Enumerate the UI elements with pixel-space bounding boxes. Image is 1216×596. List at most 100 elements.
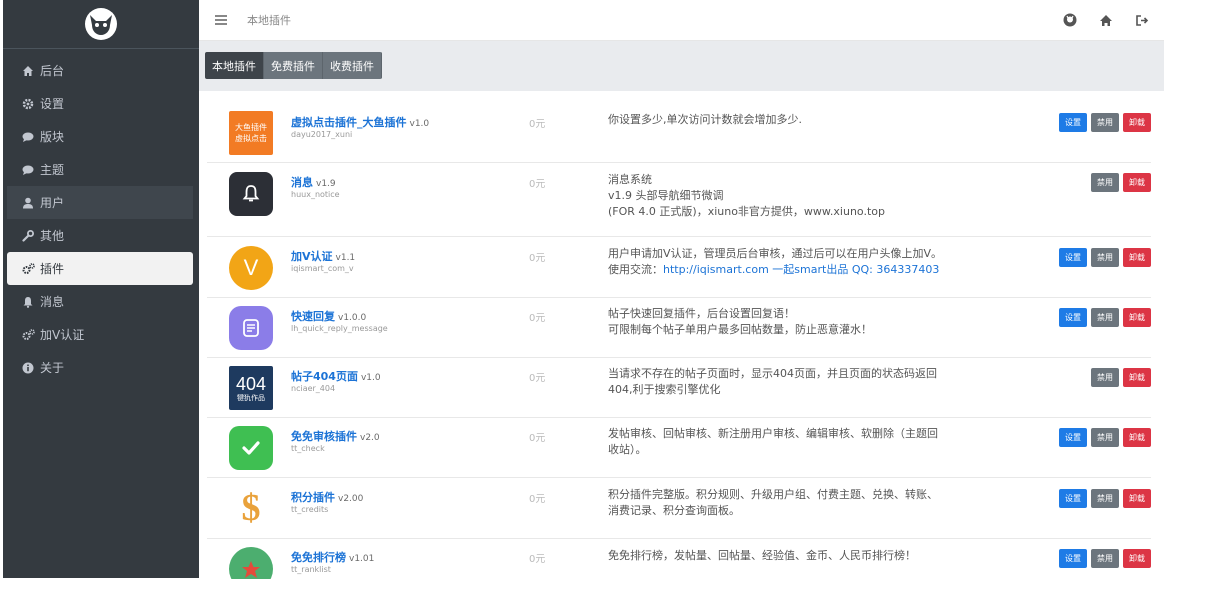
plugin-row: 404 犍犰作品 帖子404页面 v1.0 nciaer_404 0元 当请求不存…: [207, 358, 1151, 418]
plugin-price: 0元: [529, 373, 546, 384]
disable-button[interactable]: 禁用: [1091, 549, 1119, 568]
plugin-version: v1.9: [316, 179, 336, 189]
uninstall-button[interactable]: 卸载: [1123, 489, 1151, 508]
sidebar-item-forums[interactable]: 版块: [7, 120, 193, 153]
plugin-version: v1.0.0: [338, 313, 367, 323]
disable-button[interactable]: 禁用: [1091, 428, 1119, 447]
sidebar-item-label: 加V认证: [40, 328, 85, 342]
plugin-row: 大鱼插件 虚拟点击 虚拟点击插件_大鱼插件 v1.0 dayu2017_xuni …: [207, 99, 1151, 163]
sidebar-item-label: 其他: [40, 229, 65, 243]
plugin-icon-text: 404: [235, 373, 267, 394]
plugin-list: 大鱼插件 虚拟点击 虚拟点击插件_大鱼插件 v1.0 dayu2017_xuni …: [207, 99, 1151, 579]
uninstall-button[interactable]: 卸载: [1123, 368, 1151, 387]
cogs-icon: [21, 328, 35, 342]
sidebar-item-settings[interactable]: 设置: [7, 87, 193, 120]
disable-button[interactable]: 禁用: [1091, 308, 1119, 327]
plugin-actions: 设置 禁用 卸载: [1059, 549, 1151, 568]
plugin-title[interactable]: 虚拟点击插件_大鱼插件: [291, 116, 407, 129]
gear-icon: [21, 97, 35, 111]
settings-button[interactable]: 设置: [1059, 308, 1087, 327]
plugin-actions: 设置 禁用 卸载: [1059, 113, 1151, 132]
home-icon: [21, 64, 35, 78]
sidebar: 后台 设置 版块 主题 用户 其他 插件 消息 加V认证 关于: [3, 0, 199, 578]
plugin-name: 快速回复 v1.0.0: [291, 308, 366, 324]
home-icon[interactable]: [1098, 12, 1114, 28]
tab-paid-plugins[interactable]: 收费插件: [323, 52, 382, 79]
plugin-row: 快速回复 v1.0.0 lh_quick_reply_message 0元 帖子快…: [207, 298, 1151, 358]
plugin-title[interactable]: 积分插件: [291, 491, 335, 504]
settings-button[interactable]: 设置: [1059, 549, 1087, 568]
uninstall-button[interactable]: 卸载: [1123, 173, 1151, 192]
uninstall-button[interactable]: 卸载: [1123, 308, 1151, 327]
plugin-actions: 设置 禁用 卸载: [1059, 428, 1151, 447]
disable-button[interactable]: 禁用: [1091, 368, 1119, 387]
user-icon: [21, 196, 35, 210]
settings-button[interactable]: 设置: [1059, 489, 1087, 508]
settings-button[interactable]: 设置: [1059, 428, 1087, 447]
comment-icon: [21, 163, 35, 177]
disable-button[interactable]: 禁用: [1091, 489, 1119, 508]
logo-area: [3, 0, 199, 49]
settings-button[interactable]: 设置: [1059, 113, 1087, 132]
sidebar-item-dashboard[interactable]: 后台: [7, 54, 193, 87]
plugin-dir: huux_notice: [291, 190, 340, 199]
plugin-title[interactable]: 消息: [291, 176, 313, 189]
logo-icon[interactable]: [84, 7, 118, 41]
plugin-name: 消息 v1.9: [291, 174, 336, 190]
plugin-price: 0元: [529, 313, 546, 324]
tab-free-plugins[interactable]: 免费插件: [264, 52, 323, 79]
info-icon: [21, 361, 35, 375]
sidebar-item-about[interactable]: 关于: [7, 351, 193, 384]
plugin-title[interactable]: 帖子404页面: [291, 370, 358, 383]
plugin-title[interactable]: 加V认证: [291, 250, 333, 263]
sign-out-icon[interactable]: [1134, 12, 1150, 28]
disable-button[interactable]: 禁用: [1091, 248, 1119, 267]
uninstall-button[interactable]: 卸载: [1123, 248, 1151, 267]
wrench-icon: [21, 229, 35, 243]
plugin-name: 积分插件 v2.00: [291, 489, 363, 505]
sidebar-item-plugins[interactable]: 插件: [7, 252, 193, 285]
sidebar-item-v-verify[interactable]: 加V认证: [7, 318, 193, 351]
plugin-actions: 设置 禁用 卸载: [1059, 489, 1151, 508]
plugin-desc: 当请求不存在的帖子页面时，显示404页面，并且页面的状态码返回404,利于搜索引…: [608, 367, 937, 396]
sidebar-item-label: 版块: [40, 130, 65, 144]
plugin-desc-link[interactable]: http://iqismart.com 一起smart出品 QQ: 364337…: [663, 263, 939, 276]
top-navbar: 本地插件: [199, 0, 1164, 41]
plugin-title[interactable]: 免免审核插件: [291, 430, 357, 443]
bell-icon: [21, 295, 35, 309]
github-icon[interactable]: [1062, 12, 1078, 28]
plugin-tabs: 本地插件 免费插件 收费插件: [205, 52, 382, 79]
plugin-actions: 禁用 卸载: [1091, 173, 1151, 192]
plugin-desc: 积分插件完整版。积分规则、升级用户组、付费主题、兑换、转账、消费记录、积分查询面…: [608, 488, 938, 517]
sidebar-item-other[interactable]: 其他: [7, 219, 193, 252]
disable-button[interactable]: 禁用: [1091, 173, 1119, 192]
plugin-title[interactable]: 免免排行榜: [291, 551, 346, 564]
tab-local-plugins[interactable]: 本地插件: [205, 52, 264, 79]
plugin-row: V 加V认证 v1.1 iqismart_com_v 0元 用户申请加V认证，管理…: [207, 237, 1151, 298]
plugin-actions: 设置 禁用 卸载: [1059, 248, 1151, 267]
sidebar-item-label: 插件: [40, 262, 65, 276]
sidebar-item-label: 关于: [40, 361, 65, 375]
ranking-icon: [229, 547, 273, 579]
sidebar-item-users[interactable]: 用户: [7, 186, 193, 219]
plugin-desc-line: v1.9 头部导航细节微调: [608, 189, 724, 202]
disable-button[interactable]: 禁用: [1091, 113, 1119, 132]
plugin-version: v2.0: [360, 433, 380, 443]
plugin-row: 免免排行榜 v1.01 tt_ranklist 0元 免免排行榜，发帖量、回帖量、…: [207, 539, 1151, 579]
sidebar-item-label: 消息: [40, 295, 65, 309]
plugin-actions: 设置 禁用 卸载: [1059, 308, 1151, 327]
sidebar-item-threads[interactable]: 主题: [7, 153, 193, 186]
settings-button[interactable]: 设置: [1059, 248, 1087, 267]
uninstall-button[interactable]: 卸载: [1123, 428, 1151, 447]
plugin-title[interactable]: 快速回复: [291, 310, 335, 323]
plugin-desc: 发帖审核、回帖审核、新注册用户审核、编辑审核、软删除（主题回收站）。: [608, 427, 938, 456]
sidebar-item-label: 设置: [40, 97, 65, 111]
uninstall-button[interactable]: 卸载: [1123, 549, 1151, 568]
plugin-price: 0元: [529, 119, 546, 130]
menu-toggle-icon[interactable]: [215, 13, 227, 27]
uninstall-button[interactable]: 卸载: [1123, 113, 1151, 132]
reply-icon: [229, 306, 273, 350]
breadcrumb: 本地插件: [247, 14, 291, 27]
sidebar-item-messages[interactable]: 消息: [7, 285, 193, 318]
bell-icon: [229, 172, 273, 216]
